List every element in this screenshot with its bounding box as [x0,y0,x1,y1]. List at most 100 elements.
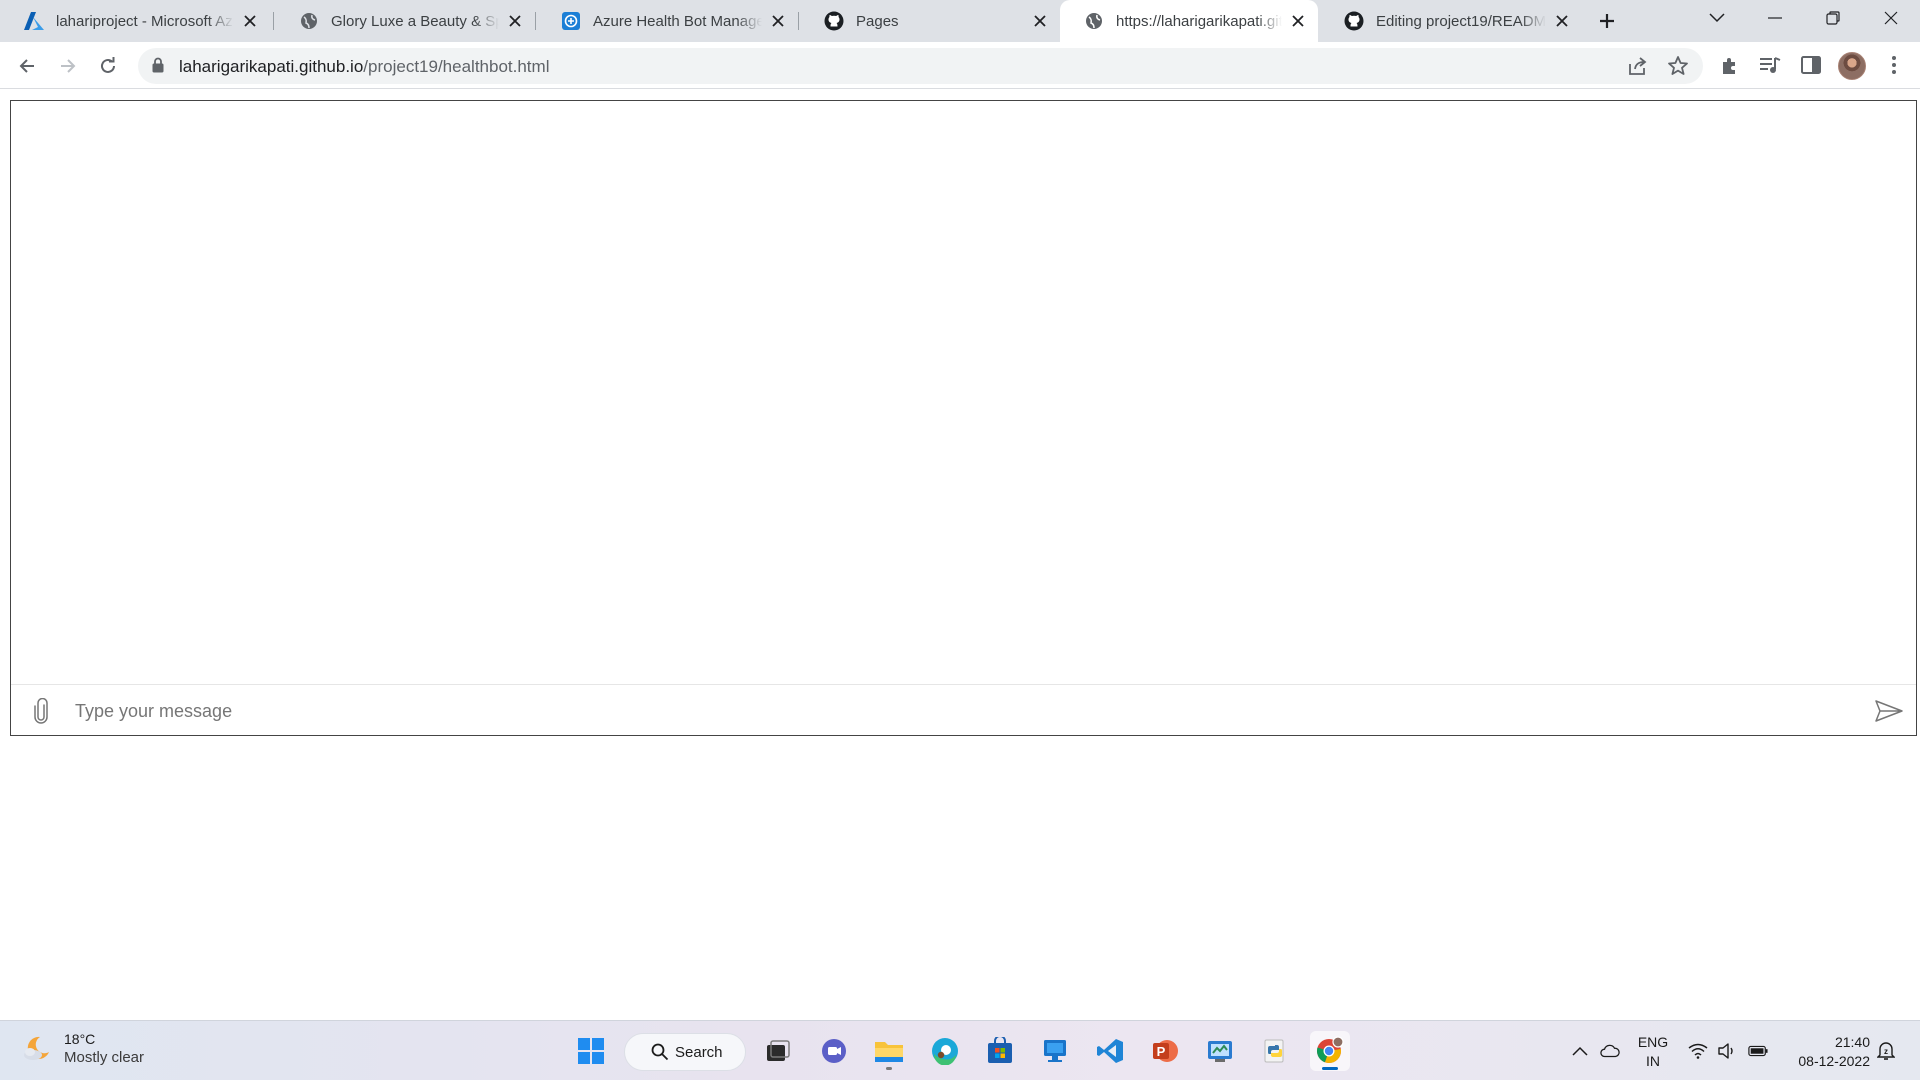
close-icon [1884,11,1898,25]
new-tab-button[interactable] [1592,6,1622,36]
address-bar[interactable]: laharigarikapati.github.io/project19/hea… [138,48,1703,84]
edge-icon [932,1038,958,1065]
close-icon[interactable] [768,11,788,31]
clock-time: 21:40 [1834,1034,1870,1050]
tab-health-bot[interactable]: Azure Health Bot Management [537,0,798,42]
weather-widget[interactable]: 18°C Mostly clear [22,1031,144,1066]
chrome-icon [1316,1036,1344,1063]
close-icon[interactable] [1552,11,1572,31]
tab-pages[interactable]: Pages [800,0,1060,42]
notification-bell-icon[interactable]: z [1876,1041,1896,1061]
start-button[interactable] [571,1031,611,1071]
tab-title: lahariproject - Microsoft Azure [56,12,234,30]
file-explorer-icon [875,1042,903,1062]
restore-icon [1826,11,1840,25]
control-panel-button[interactable] [1200,1031,1240,1071]
arrow-right-icon [61,59,76,73]
side-panel-icon[interactable] [1799,53,1823,77]
svg-text:z: z [1884,1047,1888,1056]
chevron-down-icon [1709,13,1725,23]
start-icon [578,1038,604,1064]
powerpoint-button[interactable]: P [1145,1031,1185,1071]
teams-chat-icon [822,1039,846,1063]
vscode-button[interactable] [1090,1031,1130,1071]
chevron-up-icon [1572,1046,1588,1056]
remote-desktop-icon [1044,1040,1066,1062]
forward-button[interactable] [51,49,85,83]
close-icon[interactable] [505,11,525,31]
minimize-button[interactable] [1746,0,1804,36]
remote-desktop-button[interactable] [1035,1031,1075,1071]
arrow-left-icon [19,59,34,73]
media-control-icon[interactable] [1758,53,1782,77]
url-path: /project19/healthbot.html [363,57,550,76]
weather-condition: Mostly clear [64,1049,145,1066]
chrome-button[interactable] [1310,1031,1350,1071]
file-explorer-button[interactable] [869,1031,909,1071]
task-view-icon [767,1040,790,1061]
show-hidden-icons-button[interactable] [1570,1041,1590,1061]
back-button[interactable] [10,49,44,83]
reload-button[interactable] [91,49,125,83]
store-icon [988,1037,1012,1063]
plus-icon [1600,14,1614,28]
task-view-button[interactable] [758,1031,798,1071]
tab-healthbot-page[interactable]: https://laharigarikapati.github.io/proje… [1060,0,1318,42]
powerpoint-icon: P [1153,1040,1178,1062]
language-code: ENG [1637,1034,1669,1050]
search-icon [651,1043,669,1061]
github-icon [1344,11,1364,31]
profile-avatar[interactable] [1838,52,1866,80]
tab-glory-luxe[interactable]: Glory Luxe a Beauty & Spa [275,0,535,42]
send-icon [1875,700,1903,722]
control-panel-icon [1208,1041,1232,1062]
close-icon[interactable] [1030,11,1050,31]
store-button[interactable] [980,1031,1020,1071]
message-input[interactable] [75,693,1845,729]
bookmark-star-icon[interactable] [1667,55,1689,82]
tab-title: Azure Health Bot Management [593,12,762,30]
taskbar-search-label: Search [675,1043,723,1061]
system-clock[interactable]: 21:40 08-12-2022 [1780,1033,1870,1071]
taskbar-search[interactable]: Search [624,1033,746,1071]
send-box [11,684,1916,736]
tab-title: Glory Luxe a Beauty & Spa [331,12,499,30]
chat-transcript[interactable] [11,101,1916,684]
tab-separator [535,12,536,30]
python-button[interactable] [1255,1031,1295,1071]
webchat-container [10,100,1917,736]
share-icon[interactable] [1627,55,1649,82]
close-icon[interactable] [1288,11,1308,31]
reload-icon [101,57,115,73]
moon-cloud-icon [22,1034,52,1064]
wifi-icon[interactable] [1688,1041,1708,1061]
vscode-icon [1097,1039,1123,1063]
onedrive-icon[interactable] [1600,1041,1620,1061]
tab-azure-portal[interactable]: lahariproject - Microsoft Azure [0,0,270,42]
battery-icon[interactable] [1748,1041,1768,1061]
upload-button[interactable] [27,697,55,725]
restore-button[interactable] [1804,0,1862,36]
health-bot-icon [561,11,581,31]
paperclip-icon [34,698,48,724]
tab-title: https://laharigarikapati.github.io/proje… [1116,12,1282,30]
minimize-icon [1768,17,1782,19]
tab-editing-readme[interactable]: Editing project19/README.md [1320,0,1582,42]
globe-icon [299,11,319,31]
weather-temperature: 18°C [64,1031,96,1047]
language-indicator[interactable]: ENG IN [1636,1033,1670,1071]
lock-icon [152,57,164,78]
close-window-button[interactable] [1862,0,1920,36]
tab-search-button[interactable] [1688,0,1746,36]
extensions-icon[interactable] [1718,53,1742,77]
tab-strip: lahariproject - Microsoft Azure Glory Lu… [0,0,1920,42]
edge-button[interactable] [925,1031,965,1071]
running-indicator [886,1067,892,1070]
url-text: laharigarikapati.github.io/project19/hea… [179,57,549,77]
close-icon[interactable] [240,11,260,31]
send-button[interactable] [1874,697,1904,725]
volume-icon[interactable] [1717,1041,1737,1061]
teams-chat-button[interactable] [814,1031,854,1071]
tab-separator [273,12,274,30]
menu-dots-icon[interactable] [1882,53,1906,77]
